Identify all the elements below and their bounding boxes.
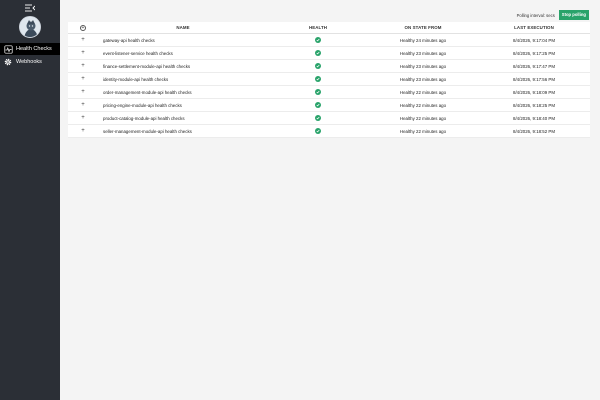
healthy-check-icon [315,63,321,69]
row-last-execution: 8/4/2026, 9:17:04 PM [513,37,555,43]
row-last-execution: 8/4/2026, 9:17:47 PM [513,63,555,69]
expand-row-icon[interactable]: + [81,128,85,134]
healthy-check-icon [315,128,321,134]
row-state: Healthy 24 minutes ago [399,37,447,43]
row-state: Healthy 22 minutes ago [399,115,447,121]
sidebar-item-health-checks[interactable]: Health Checks [0,43,60,55]
column-header-health[interactable]: HEALTH [268,25,368,30]
row-state: Healthy 23 minutes ago [399,50,447,56]
table-row[interactable]: + identity-module-api health checks Health… [68,73,590,86]
row-name: gateway-api health checks [103,37,155,43]
table-header: + NAME HEALTH ON STATE FROM LAST EXECUTI… [68,22,590,34]
heartbeat-icon [2,44,14,54]
row-name: finance-settlement-module-api health che… [103,63,191,69]
row-name: order-management-module-api health check… [103,89,192,95]
table-row[interactable]: + gateway-api health checks Healthy 24 min… [68,34,590,47]
sidebar-item-label: Health Checks [16,46,52,52]
polling-interval-label: Polling interval: secs [516,12,555,18]
sidebar: Health Checks Webhooks [0,0,60,400]
column-header-state[interactable]: ON STATE FROM [368,25,478,30]
row-state: Healthy 22 minutes ago [399,102,447,108]
sidebar-item-webhooks[interactable]: Webhooks [0,56,60,68]
polling-bar: Polling interval: secs Stop polling [517,10,589,20]
expand-row-icon[interactable]: + [81,76,85,82]
healthy-check-icon [315,115,321,121]
row-last-execution: 8/4/2026, 9:18:25 PM [513,102,555,108]
healthy-check-icon [315,50,321,56]
table-row[interactable]: + product-catalog-module-api health check… [68,112,590,125]
row-state: Healthy 22 minutes ago [399,89,447,95]
healthy-check-icon [315,76,321,82]
column-header-name[interactable]: NAME [98,25,268,30]
sidebar-item-label: Webhooks [16,59,42,65]
row-last-execution: 8/4/2026, 9:17:56 PM [513,76,555,82]
row-last-execution: 8/4/2026, 9:18:40 PM [513,115,555,121]
stop-polling-button[interactable]: Stop polling [558,10,589,20]
row-name: identity-module-api health checks [103,76,169,82]
row-name: seller-management-module-api health chec… [103,128,192,134]
row-state: Healthy 22 minutes ago [399,128,447,134]
health-checks-table: + NAME HEALTH ON STATE FROM LAST EXECUTI… [68,22,590,138]
collapse-menu-icon[interactable] [25,4,35,12]
table-row[interactable]: + seller-management-module-api health che… [68,125,590,138]
row-state: Healthy 23 minutes ago [399,76,447,82]
expand-all-icon[interactable]: + [80,24,86,31]
row-name: event-listener-service health checks [103,50,173,56]
healthy-check-icon [315,89,321,95]
row-state: Healthy 23 minutes ago [399,63,447,69]
main-content: Polling interval: secs Stop polling + NA… [60,0,600,400]
table-row[interactable]: + order-management-module-api health chec… [68,86,590,99]
avatar-image [20,17,40,37]
expand-row-icon[interactable]: + [81,115,85,121]
avatar[interactable] [19,16,41,38]
gear-icon [2,58,14,66]
expand-row-icon[interactable]: + [81,89,85,95]
expand-row-icon[interactable]: + [81,63,85,69]
expand-row-icon[interactable]: + [81,102,85,108]
expand-row-icon[interactable]: + [81,50,85,56]
healthy-check-icon [315,102,321,108]
table-body: + gateway-api health checks Healthy 24 min… [68,34,590,138]
table-row[interactable]: + finance-settlement-module-api health ch… [68,60,590,73]
row-last-execution: 8/4/2026, 9:18:52 PM [513,128,555,134]
table-row[interactable]: + pricing-engine-module-api health checks… [68,99,590,112]
column-header-last-execution[interactable]: LAST EXECUTION [478,25,590,30]
row-last-execution: 8/4/2026, 9:18:09 PM [513,89,555,95]
row-name: product-catalog-module-api health checks [103,115,185,121]
healthy-check-icon [315,37,321,43]
row-last-execution: 8/4/2026, 9:17:25 PM [513,50,555,56]
row-name: pricing-engine-module-api health checks [103,102,182,108]
expand-row-icon[interactable]: + [81,37,85,43]
table-row[interactable]: + event-listener-service health checks Hea… [68,47,590,60]
